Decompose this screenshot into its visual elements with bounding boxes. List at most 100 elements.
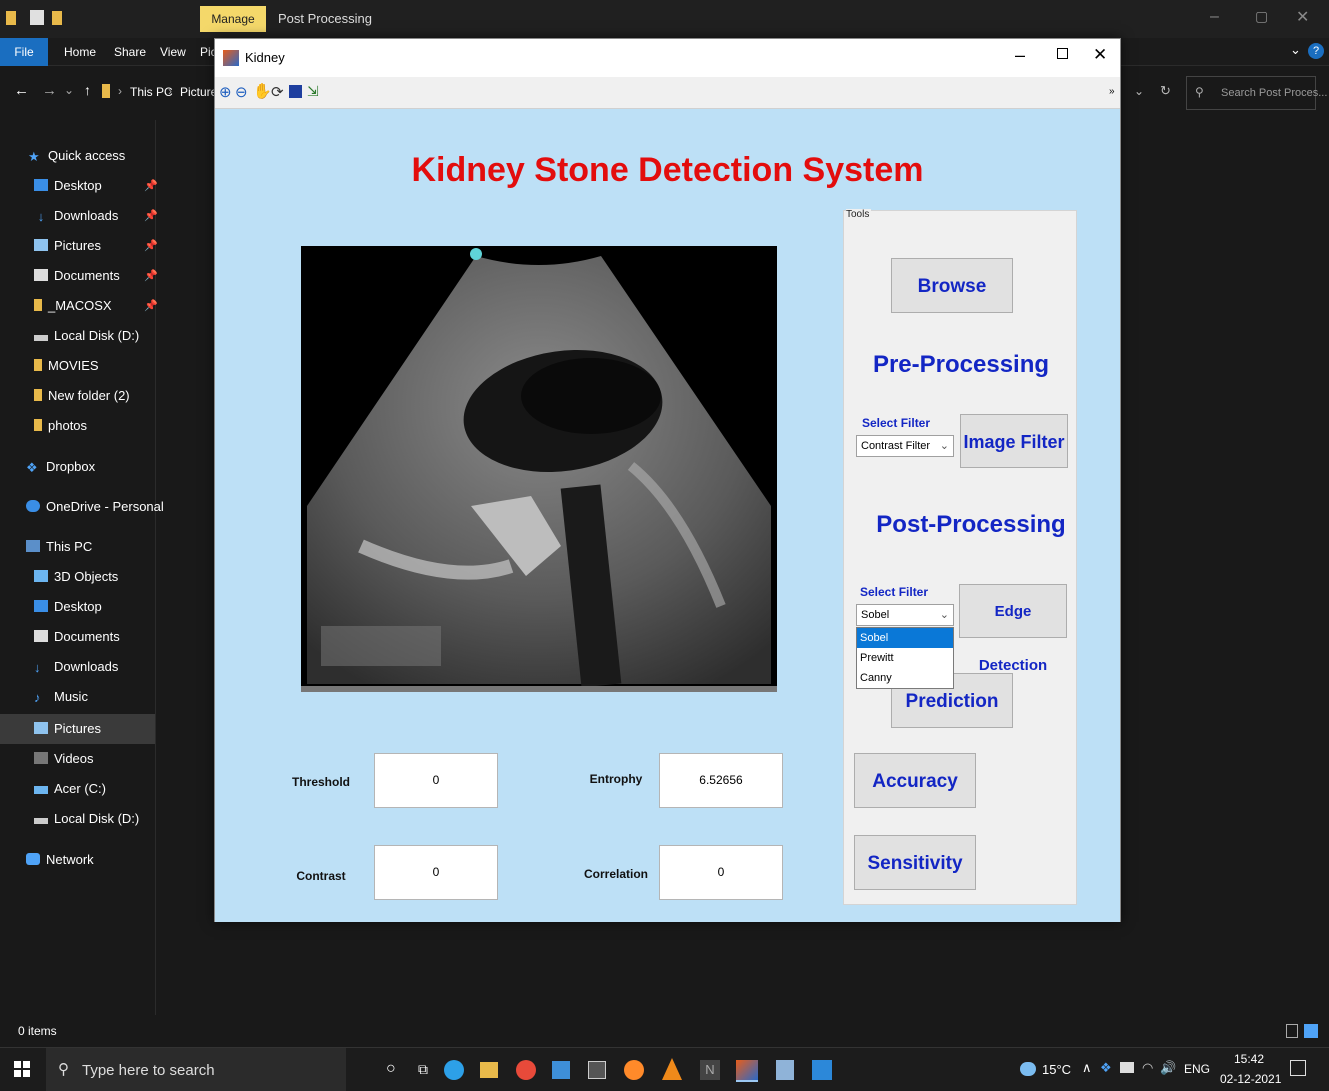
pan-icon[interactable]: ✋ [253, 82, 272, 100]
rotate-icon[interactable]: ⟳ [271, 83, 284, 101]
new-folder-icon[interactable] [52, 11, 62, 25]
maximize-icon[interactable]: ▢ [1255, 8, 1268, 25]
tab-manage[interactable]: Manage [200, 6, 266, 32]
explorer-search-input[interactable]: ⚲ Search Post Proces... [1186, 76, 1327, 110]
zoom-out-icon[interactable]: ⊖ [235, 83, 248, 101]
mysql-icon[interactable] [552, 1061, 570, 1079]
address-dropdown-icon[interactable]: ⌄ [1134, 84, 1144, 98]
details-view-icon[interactable] [1286, 1024, 1298, 1038]
nav-acer-c[interactable]: Acer (C:) [34, 778, 106, 800]
nav-pictures[interactable]: Pictures 📌 [34, 235, 158, 257]
figure-maximize-icon[interactable] [1057, 48, 1068, 59]
nav-videos[interactable]: Videos [34, 748, 94, 770]
back-icon[interactable]: ← [14, 82, 29, 99]
dropdown-option-canny[interactable]: Canny [857, 668, 953, 688]
help-icon[interactable]: ? [1308, 43, 1324, 59]
volume-icon[interactable]: 🔊 [1160, 1060, 1176, 1076]
nav-movies[interactable]: MOVIES [34, 355, 99, 377]
nav-pc-downloads[interactable]: ↓ Downloads [34, 656, 118, 678]
tray-chevron-icon[interactable]: ∧ [1082, 1060, 1092, 1076]
entrophy-field[interactable]: 6.52656 [659, 753, 783, 808]
toolbar-overflow-icon[interactable]: » [1109, 86, 1115, 97]
edge-icon[interactable] [444, 1060, 464, 1080]
breadcrumb-picture[interactable]: Picture [180, 85, 217, 99]
contrast-field[interactable]: 0 [374, 845, 498, 900]
accuracy-button[interactable]: Accuracy [854, 753, 976, 808]
nav-pc-local-disk-d[interactable]: Local Disk (D:) [34, 808, 139, 830]
dropdown-option-prewitt[interactable]: Prewitt [857, 648, 953, 668]
nav-pc-documents[interactable]: Documents [34, 626, 120, 648]
large-icons-view-icon[interactable] [1304, 1024, 1318, 1038]
nav-quick-access[interactable]: ★ Quick access [28, 145, 125, 167]
figure-minimize-icon[interactable]: – [1015, 45, 1025, 66]
notion-icon[interactable]: N [700, 1060, 720, 1080]
nav-this-pc[interactable]: This PC [26, 536, 92, 558]
ultrasound-image [301, 246, 777, 692]
nav-music[interactable]: ♪ Music [34, 686, 88, 708]
ribbon-expand-icon[interactable]: ⌄ [1290, 42, 1301, 58]
nav-local-disk-d[interactable]: Local Disk (D:) [34, 325, 139, 347]
nav-dropbox[interactable]: ❖ Dropbox [26, 456, 95, 478]
zoom-in-icon[interactable]: ⊕ [219, 83, 232, 101]
nav-network[interactable]: Network [26, 849, 94, 871]
nav-documents[interactable]: Documents 📌 [34, 265, 158, 287]
save-icon[interactable] [289, 85, 302, 98]
taskbar-search-input[interactable]: ⚲ Type here to search [46, 1048, 346, 1091]
figure-close-icon[interactable]: ✕ [1093, 45, 1107, 65]
notifications-icon[interactable] [1290, 1060, 1306, 1076]
forward-icon[interactable]: → [42, 82, 57, 99]
browse-button[interactable]: Browse [891, 258, 1013, 313]
clock-date[interactable]: 02-12-2021 [1220, 1072, 1281, 1086]
data-cursor-icon[interactable]: ⇲ [307, 83, 319, 100]
sensitivity-button[interactable]: Sensitivity [854, 835, 976, 890]
matlab-taskbar-icon[interactable] [736, 1060, 758, 1082]
ribbon-share[interactable]: Share [114, 45, 146, 59]
nav-new-folder-2[interactable]: New folder (2) [34, 385, 130, 407]
threshold-field[interactable]: 0 [374, 753, 498, 808]
ribbon-home[interactable]: Home [64, 45, 96, 59]
firefox-icon[interactable] [624, 1060, 644, 1080]
correlation-field[interactable]: 0 [659, 845, 783, 900]
nav-pc-pictures[interactable]: Pictures [34, 718, 101, 740]
nav-photos[interactable]: photos [34, 415, 87, 437]
nav-3d-objects[interactable]: 3D Objects [34, 566, 118, 588]
ribbon-view[interactable]: View [160, 45, 186, 59]
vlc-icon[interactable] [662, 1058, 682, 1080]
dropdown-option-sobel[interactable]: Sobel [857, 628, 953, 648]
refresh-icon[interactable]: ↻ [1160, 83, 1171, 99]
minimize-icon[interactable]: – [1210, 8, 1219, 26]
cortana-icon[interactable]: ○ [386, 1060, 396, 1078]
photos-icon[interactable] [812, 1060, 832, 1080]
video-icon [34, 752, 48, 764]
battery-icon[interactable] [1120, 1062, 1134, 1073]
pre-filter-select[interactable]: Contrast Filter ⌄ [856, 435, 954, 457]
close-icon[interactable]: ✕ [1296, 7, 1309, 27]
dropbox-tray-icon[interactable]: ❖ [1100, 1060, 1112, 1076]
image-filter-button[interactable]: Image Filter [960, 414, 1068, 468]
app-window-icon[interactable] [588, 1061, 606, 1079]
weather-temp[interactable]: 15°C [1042, 1062, 1071, 1077]
task-view-icon[interactable]: ⧉ [418, 1061, 428, 1078]
breadcrumb-this-pc[interactable]: This PC [130, 85, 173, 99]
nav-downloads[interactable]: ↓ Downloads 📌 [34, 205, 158, 227]
nav-pc-desktop[interactable]: Desktop [34, 596, 102, 618]
language-indicator[interactable]: ENG [1184, 1062, 1210, 1076]
up-icon[interactable]: ↑ [84, 82, 91, 98]
taskbar-search-placeholder: Type here to search [82, 1062, 215, 1079]
app-icon[interactable] [776, 1060, 794, 1080]
properties-icon[interactable] [30, 10, 44, 25]
nav-onedrive[interactable]: OneDrive - Personal [26, 496, 164, 518]
download-icon: ↓ [34, 660, 41, 675]
ribbon-file[interactable]: File [0, 38, 48, 66]
wifi-icon[interactable]: ◠ [1142, 1060, 1153, 1076]
nav-macosx[interactable]: _MACOSX 📌 [34, 295, 158, 317]
pin-icon: 📌 [144, 300, 158, 312]
windows-start-icon[interactable] [14, 1061, 30, 1077]
file-explorer-icon[interactable] [480, 1062, 498, 1078]
chrome-icon[interactable] [516, 1060, 536, 1080]
edge-detection-button[interactable]: Edge Detection [959, 584, 1067, 674]
post-filter-select[interactable]: Sobel ⌄ [856, 604, 954, 626]
recent-icon[interactable]: ⌄ [64, 83, 74, 97]
nav-desktop[interactable]: Desktop 📌 [34, 175, 158, 197]
clock-time[interactable]: 15:42 [1234, 1052, 1264, 1066]
